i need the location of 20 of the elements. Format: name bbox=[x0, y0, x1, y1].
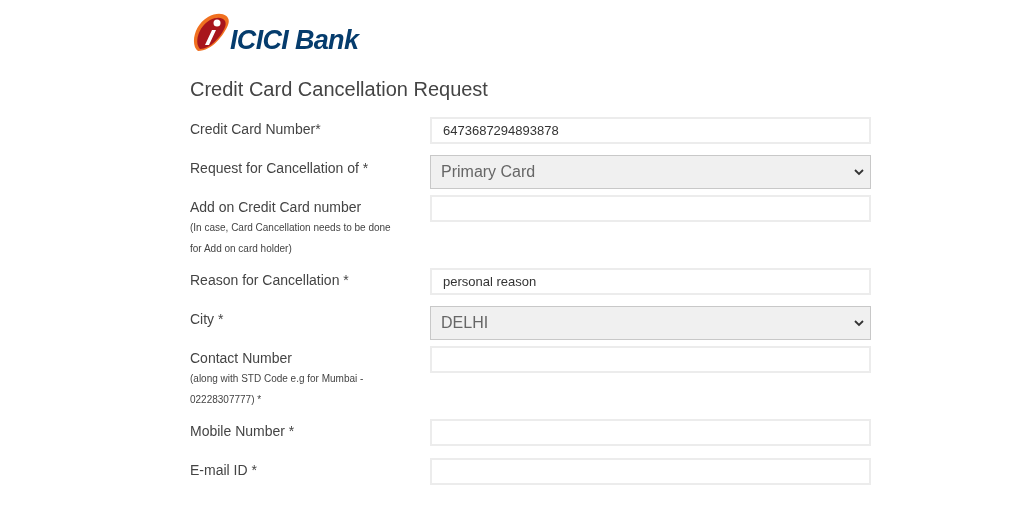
field-label: Reason for Cancellation * bbox=[190, 271, 350, 290]
chevron-down-icon bbox=[854, 319, 864, 327]
input-field[interactable]: personal reason bbox=[430, 268, 871, 295]
dropdown[interactable]: DELHI bbox=[430, 306, 871, 340]
field-note: (along with STD Code e.g for Mumbai - bbox=[190, 372, 365, 386]
chevron-down-icon bbox=[854, 168, 864, 176]
field-label: E-mail ID * bbox=[190, 461, 258, 480]
field-label: City * bbox=[190, 310, 225, 329]
field-label: Add on Credit Card number bbox=[190, 198, 363, 217]
dropdown[interactable]: Primary Card bbox=[430, 155, 871, 189]
field-label: Mobile Number * bbox=[190, 422, 296, 441]
field-note: (In case, Card Cancellation needs to be done bbox=[190, 221, 392, 235]
logo-text: ICICI Bank bbox=[230, 25, 359, 55]
field-note: for Add on card holder) bbox=[190, 242, 293, 256]
field-label: Contact Number bbox=[190, 349, 293, 368]
field-label: Credit Card Number* bbox=[190, 120, 322, 139]
page-title: Credit Card Cancellation Request bbox=[190, 77, 489, 101]
input-field[interactable]: 6473687294893878 bbox=[430, 117, 871, 144]
field-label: Request for Cancellation of * bbox=[190, 159, 370, 178]
field-note: 02228307777) * bbox=[190, 393, 263, 407]
